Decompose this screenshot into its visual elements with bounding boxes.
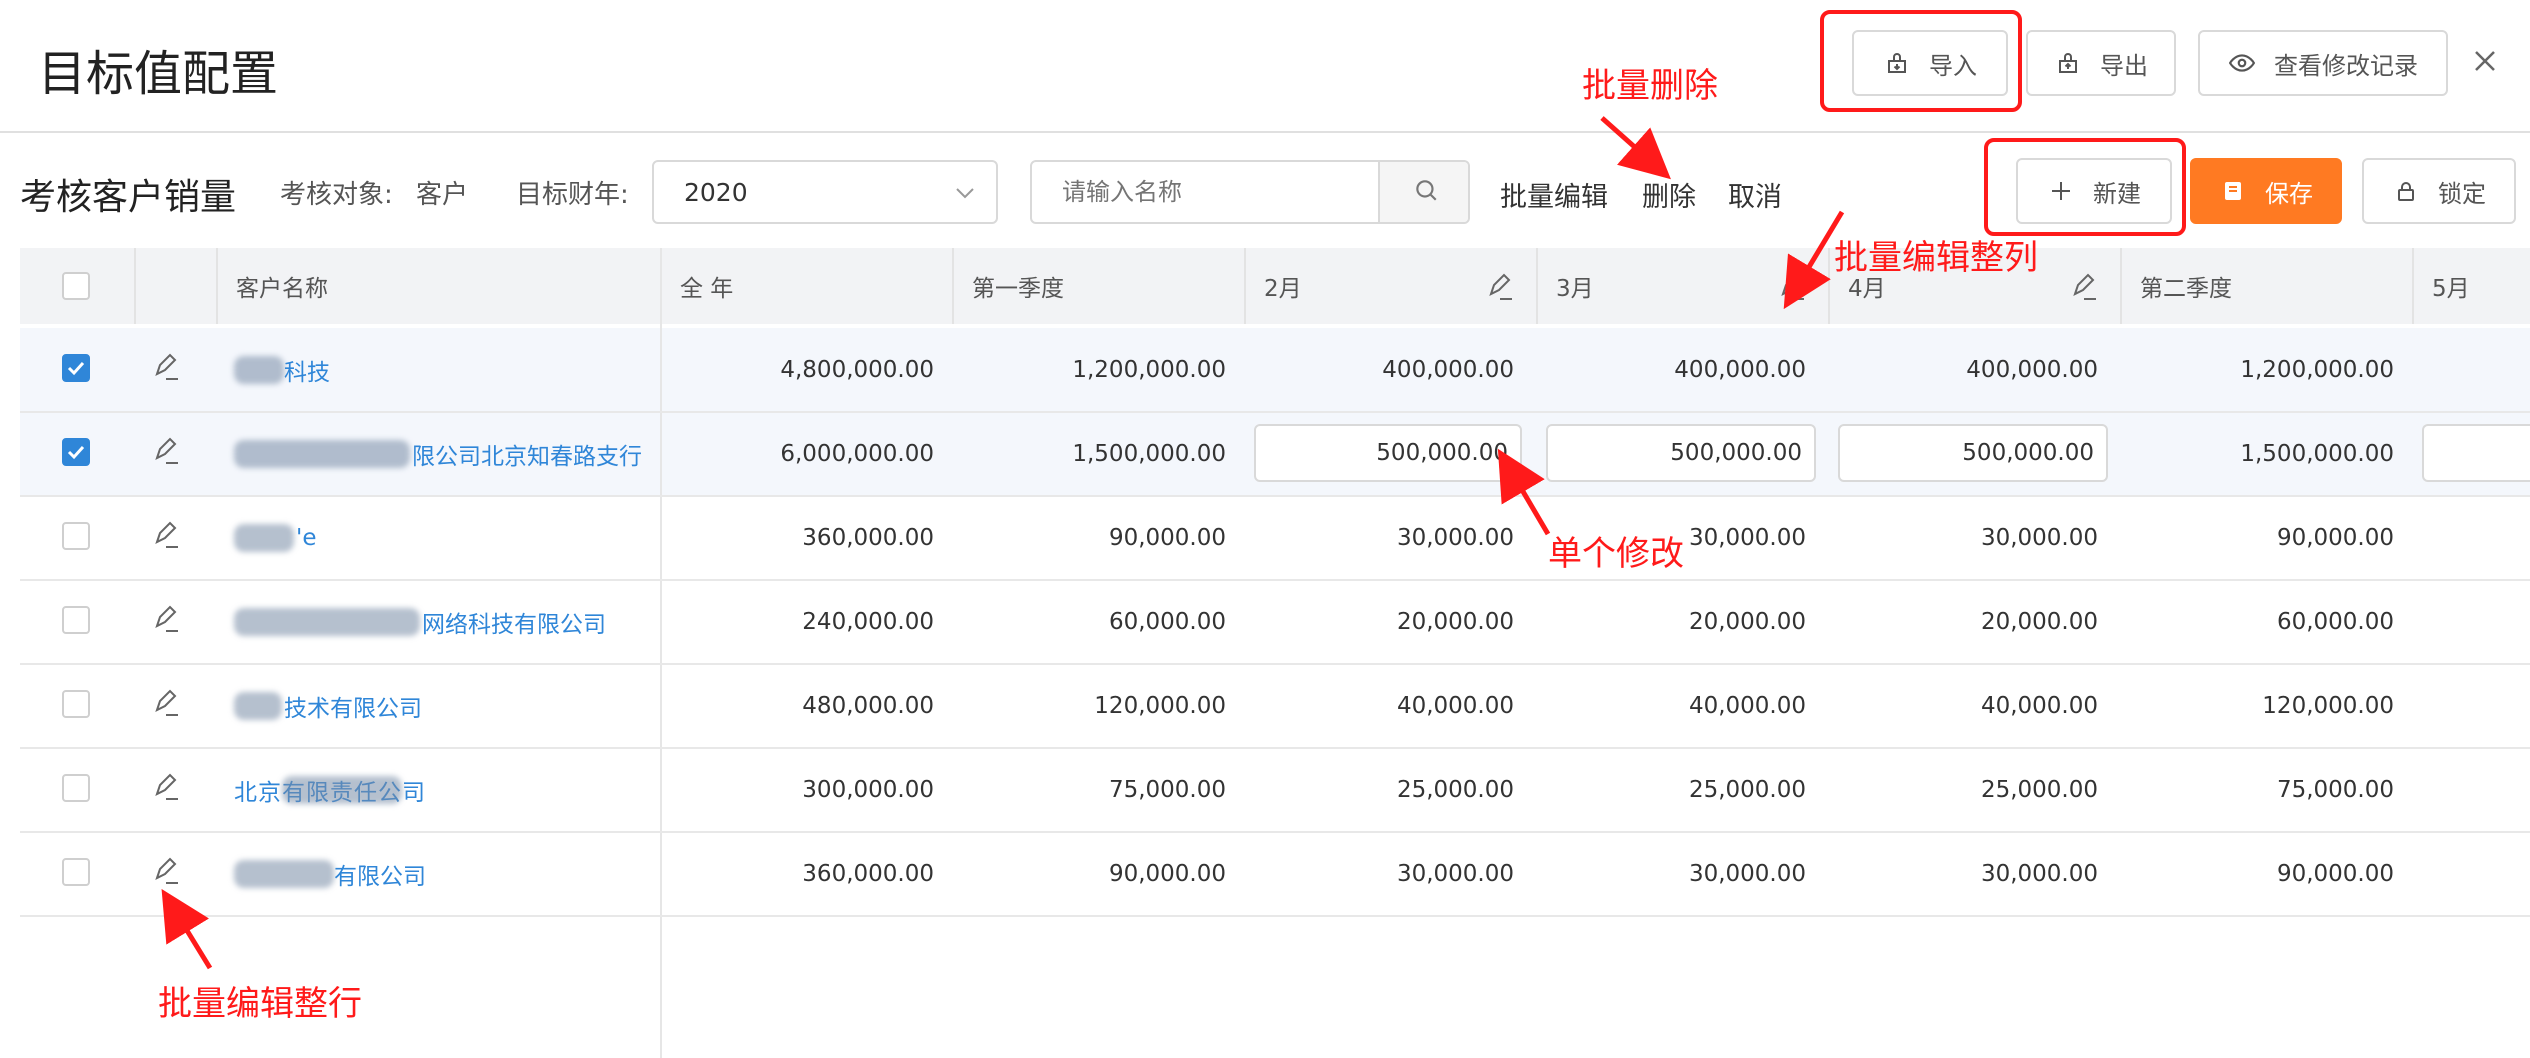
annotation-arrows [161, 116, 1845, 970]
